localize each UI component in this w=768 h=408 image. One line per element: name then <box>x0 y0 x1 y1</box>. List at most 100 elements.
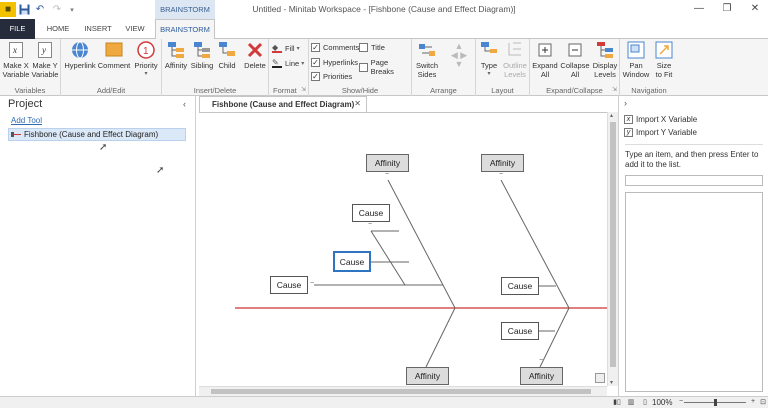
zoom-in-icon[interactable]: + <box>748 398 758 407</box>
fill-dropdown-icon: ▾ <box>296 45 300 52</box>
cause-node-5[interactable]: Cause <box>501 322 539 340</box>
expand-all-button[interactable]: Expand All <box>531 41 559 79</box>
expand-panel-icon[interactable]: › <box>624 98 627 108</box>
navigator-icon[interactable] <box>595 373 605 383</box>
restore-button[interactable]: ❐ <box>714 0 740 19</box>
priority-icon: 1 <box>137 41 155 59</box>
view-split-icon[interactable]: ▥ <box>626 398 636 407</box>
display-levels-button[interactable]: Display Levels <box>591 41 619 79</box>
vertical-scrollbar[interactable]: ▴ ▾ <box>607 112 618 386</box>
delete-icon <box>246 41 264 59</box>
priority-dropdown-icon: ▾ <box>144 71 148 77</box>
scroll-up-icon[interactable]: ▴ <box>610 112 613 119</box>
hyperlinks-checkbox[interactable]: ✓ Hyperlinks <box>311 58 358 67</box>
horizontal-scroll-thumb[interactable] <box>211 389 591 394</box>
comments-checkbox[interactable]: ✓ Comments <box>311 43 359 52</box>
collapse-toggle-icon[interactable]: − <box>365 221 375 231</box>
child-button[interactable]: Child <box>215 41 239 70</box>
group-label-arrange: Arrange <box>430 86 457 95</box>
switch-sides-label: Switch Sides <box>415 61 439 79</box>
title-label: Title <box>371 43 385 52</box>
hyperlink-button[interactable]: Hyperlink <box>63 41 97 70</box>
delete-button[interactable]: Delete <box>242 41 268 70</box>
item-list[interactable] <box>625 192 763 392</box>
item-help-text: Type an item, and then press Enter to ad… <box>625 150 759 169</box>
y-variable-icon: y <box>36 41 54 59</box>
collapse-toggle-icon[interactable]: − <box>382 171 392 181</box>
scroll-down-icon[interactable]: ▾ <box>610 379 613 386</box>
collapse-toggle-icon[interactable]: − <box>307 280 317 290</box>
group-navigation: Pan Window Size to Fit Navigation <box>620 39 678 96</box>
tab-file[interactable]: FILE <box>0 19 35 39</box>
close-tab-icon[interactable]: ✕ <box>354 99 361 108</box>
collapse-all-button[interactable]: Collapse All <box>560 41 590 79</box>
sibling-button[interactable]: Sibling <box>189 41 215 70</box>
cause-node-1[interactable]: Cause <box>352 204 390 222</box>
format-dialog-launcher-icon[interactable]: ⇲ <box>301 86 306 93</box>
affinity-node-2[interactable]: Affinity <box>481 154 524 172</box>
minimize-button[interactable]: — <box>686 0 712 19</box>
expand-all-icon <box>536 41 554 59</box>
project-item-fishbone[interactable]: Fishbone (Cause and Effect Diagram) <box>8 128 186 141</box>
size-to-fit-button[interactable]: Size to Fit <box>651 41 677 79</box>
title-checkbox[interactable]: Title <box>359 43 385 52</box>
group-label-layout: Layout <box>491 86 514 95</box>
horizontal-scrollbar[interactable] <box>199 386 607 396</box>
switch-sides-button[interactable]: Switch Sides <box>414 41 440 79</box>
title-bar: ■ ↶ ↷ ▾ BRAINSTORM Untitled - Minitab Wo… <box>0 0 768 19</box>
zoom-slider-thumb[interactable] <box>714 399 717 406</box>
affinity-node-3[interactable]: Affinity <box>406 367 449 385</box>
add-tool-link[interactable]: Add Tool <box>11 116 42 125</box>
affinity-button[interactable]: Affinity <box>163 41 189 70</box>
view-normal-icon[interactable]: ▮▯ <box>612 398 622 407</box>
affinity-node-4[interactable]: Affinity <box>520 367 563 385</box>
fill-button[interactable]: ◆ Fill ▾ <box>272 43 300 53</box>
collapse-toggle-icon[interactable]: − <box>536 357 546 367</box>
priority-button[interactable]: 1 Priority ▾ <box>131 41 161 79</box>
fit-page-icon[interactable]: ⊡ <box>758 398 768 407</box>
pan-window-button[interactable]: Pan Window <box>621 41 651 79</box>
priorities-check-icon: ✓ <box>311 72 320 81</box>
line-label: Line <box>285 58 300 68</box>
priorities-checkbox[interactable]: ✓ Priorities <box>311 72 352 81</box>
tab-brainstorm[interactable]: BRAINSTORM <box>155 19 215 39</box>
divider <box>625 144 763 145</box>
line-button[interactable]: ✎ Line ▾ <box>272 58 304 68</box>
tab-home[interactable]: HOME <box>40 19 76 39</box>
outline-levels-button[interactable]: Outline Levels <box>501 41 529 79</box>
expand-collapse-dialog-launcher-icon[interactable]: ⇲ <box>612 86 617 93</box>
view-full-icon[interactable]: ▯ <box>640 398 650 407</box>
collapse-toggle-icon[interactable]: − <box>496 171 506 181</box>
diagram-canvas[interactable]: Affinity − Affinity − Cause − Cause Caus… <box>199 112 607 386</box>
cause-node-3[interactable]: Cause <box>270 276 308 294</box>
vertical-scroll-thumb[interactable] <box>610 122 616 367</box>
project-title: Project <box>8 98 43 110</box>
type-button[interactable]: Type ▾ <box>477 41 501 79</box>
layout-type-icon <box>480 41 498 59</box>
document-tab[interactable]: Fishbone (Cause and Effect Diagram) ✕ <box>199 96 367 112</box>
delete-label: Delete <box>244 61 266 70</box>
close-button[interactable]: ✕ <box>742 0 768 19</box>
type-label: Type <box>480 61 498 70</box>
tab-view[interactable]: VIEW <box>120 19 150 39</box>
child-icon <box>218 41 236 59</box>
collapse-project-icon[interactable]: ‹ <box>183 99 186 109</box>
group-insert-delete: Affinity Sibling Child Delete Insert/Del… <box>162 39 269 96</box>
pan-window-label: Pan Window <box>622 61 650 79</box>
item-input[interactable] <box>625 175 763 186</box>
cause-node-selected[interactable]: Cause <box>333 251 371 272</box>
group-label-add-edit: Add/Edit <box>96 86 126 95</box>
comment-button[interactable]: Comment <box>97 41 131 70</box>
group-arrange: Switch Sides ▲ ◀ ▶ ▼ Arrange <box>412 39 476 96</box>
import-y-variable-button[interactable]: y Import Y Variable <box>624 128 697 137</box>
make-y-variable-button[interactable]: y Make Y Variable <box>31 41 59 79</box>
window-title: Untitled - Minitab Workspace - [Fishbone… <box>252 4 516 14</box>
tab-insert[interactable]: INSERT <box>80 19 116 39</box>
import-x-variable-button[interactable]: x Import X Variable <box>624 115 697 124</box>
import-x-label: Import X Variable <box>636 115 698 124</box>
page-breaks-checkbox[interactable]: Page Breaks <box>359 58 411 76</box>
sibling-label: Sibling <box>190 61 214 70</box>
make-x-variable-button[interactable]: x Make X Variable <box>2 41 30 79</box>
cause-node-4[interactable]: Cause <box>501 277 539 295</box>
affinity-node-1[interactable]: Affinity <box>366 154 409 172</box>
